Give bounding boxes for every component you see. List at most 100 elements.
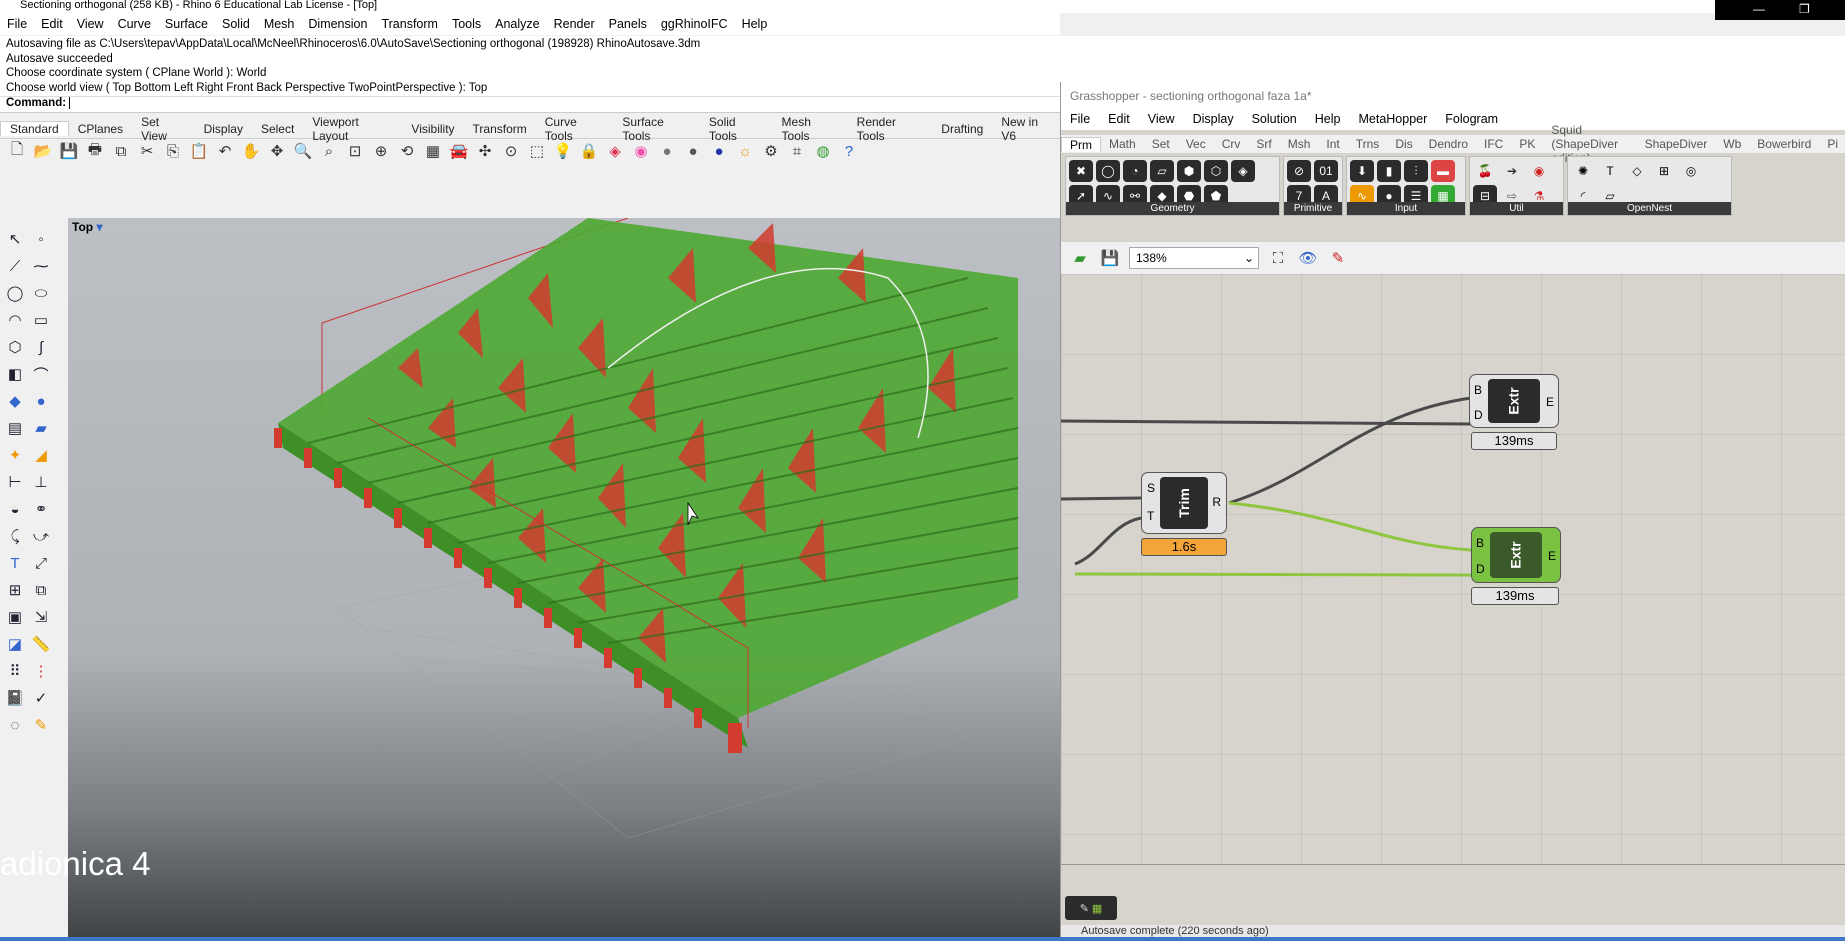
pencil-icon[interactable]: ✎ bbox=[1080, 902, 1089, 915]
cluster-icon[interactable]: ◉ bbox=[1527, 160, 1551, 182]
trim-tool-icon[interactable]: ⤹ bbox=[4, 525, 26, 547]
output-port-e[interactable]: E bbox=[1546, 395, 1554, 409]
input-port-b[interactable]: B bbox=[1474, 383, 1482, 397]
restore-button[interactable]: ❐ bbox=[1799, 2, 1810, 16]
input-port-d[interactable]: D bbox=[1474, 408, 1483, 422]
nest-text-icon[interactable]: T bbox=[1598, 160, 1622, 182]
integer-param-icon[interactable]: 01 bbox=[1314, 160, 1338, 182]
light-bulb-icon[interactable]: ✦ bbox=[4, 444, 26, 466]
tab-viewport-layout[interactable]: Viewport Layout bbox=[303, 115, 402, 143]
zoom-extents-icon[interactable]: ⊡ bbox=[344, 140, 366, 162]
block-icon[interactable]: ▣ bbox=[4, 606, 26, 628]
tab-render-tools[interactable]: Render Tools bbox=[848, 115, 933, 143]
command-line[interactable]: Command: bbox=[0, 96, 1060, 113]
menu-ggrhinoifc[interactable]: ggRhinoIFC bbox=[654, 17, 735, 31]
undo-view-icon[interactable]: ⟲ bbox=[396, 140, 418, 162]
save-definition-icon[interactable]: 💾 bbox=[1099, 247, 1121, 269]
menu-view[interactable]: View bbox=[70, 17, 111, 31]
output-port-e[interactable]: E bbox=[1548, 549, 1556, 563]
grasshopper-canvas[interactable]: Extr B D E 139ms Trim S T R 1.6s Extr B … bbox=[1061, 274, 1845, 864]
brep-icon[interactable]: ⬢ bbox=[1177, 160, 1201, 182]
nest-grid-icon[interactable]: ⊞ bbox=[1652, 160, 1676, 182]
loft-icon[interactable]: ⌒ bbox=[30, 363, 52, 385]
gh-tab-math[interactable]: Math bbox=[1101, 137, 1144, 151]
import-icon[interactable]: ⧉ bbox=[110, 140, 132, 162]
menu-solid[interactable]: Solid bbox=[215, 17, 257, 31]
grid-snap-icon[interactable]: ⌗ bbox=[786, 140, 808, 162]
gh-menu-file[interactable]: File bbox=[1061, 112, 1099, 126]
slider-icon[interactable]: ⫶ bbox=[1404, 160, 1428, 182]
gh-tab-shapediver[interactable]: ShapeDiver bbox=[1637, 137, 1716, 151]
gh-tab-set[interactable]: Set bbox=[1144, 137, 1178, 151]
undo-icon[interactable]: ↶ bbox=[214, 140, 236, 162]
trim-component[interactable]: Trim S T R bbox=[1141, 472, 1227, 534]
cplane-icon[interactable]: ◪ bbox=[4, 633, 26, 655]
ruler-icon[interactable]: 📏 bbox=[30, 633, 52, 655]
sun-icon[interactable]: ☼ bbox=[734, 140, 756, 162]
open-file-icon[interactable]: 📂 bbox=[32, 140, 54, 162]
color-wheel-icon[interactable]: ◉ bbox=[630, 140, 652, 162]
boolean-icon[interactable]: ◒ bbox=[4, 498, 26, 520]
gh-menu-fologram[interactable]: Fologram bbox=[1436, 112, 1507, 126]
point-icon[interactable]: ◦ bbox=[30, 228, 52, 250]
gh-menu-display[interactable]: Display bbox=[1184, 112, 1243, 126]
split-icon[interactable]: ⚭ bbox=[30, 498, 52, 520]
settings-gear-icon[interactable]: ⚙ bbox=[760, 140, 782, 162]
gh-tab-int[interactable]: Int bbox=[1318, 137, 1347, 151]
tab-mesh-tools[interactable]: Mesh Tools bbox=[773, 115, 848, 143]
tab-select[interactable]: Select bbox=[252, 122, 303, 136]
menu-tools[interactable]: Tools bbox=[445, 17, 488, 31]
freeform-curve-icon[interactable]: ∫ bbox=[30, 336, 52, 358]
sketch-pen-icon[interactable]: ✎ bbox=[1327, 247, 1349, 269]
extrude-component-2[interactable]: Extr B D E bbox=[1471, 527, 1561, 583]
gh-tab-prm[interactable]: Prm bbox=[1061, 136, 1101, 152]
panel-icon[interactable]: ▮ bbox=[1377, 160, 1401, 182]
arc-icon[interactable]: ◠ bbox=[4, 309, 26, 331]
tab-drafting[interactable]: Drafting bbox=[932, 122, 992, 136]
top-viewport[interactable]: Top ▾ bbox=[68, 218, 1062, 941]
circle-param-icon[interactable]: ◯ bbox=[1096, 160, 1120, 182]
ellipse-icon[interactable]: ⬭ bbox=[30, 282, 52, 304]
render-icon[interactable]: ◢ bbox=[30, 444, 52, 466]
dimension-icon[interactable]: ⊢ bbox=[4, 471, 26, 493]
menu-mesh[interactable]: Mesh bbox=[257, 17, 302, 31]
gh-tab-srf[interactable]: Srf bbox=[1248, 137, 1279, 151]
save-icon[interactable]: 💾 bbox=[58, 140, 80, 162]
menu-panels[interactable]: Panels bbox=[602, 17, 654, 31]
gh-tab-crv[interactable]: Crv bbox=[1214, 137, 1249, 151]
geometry-icon[interactable]: ✖ bbox=[1069, 160, 1093, 182]
menu-curve[interactable]: Curve bbox=[111, 17, 158, 31]
gh-tab-ifc[interactable]: IFC bbox=[1476, 137, 1511, 151]
sphere-icon[interactable]: ● bbox=[30, 390, 52, 412]
cut-icon[interactable]: ✂ bbox=[136, 140, 158, 162]
scale-icon[interactable]: ⤢ bbox=[30, 552, 52, 574]
boolean-param-icon[interactable]: ⊘ bbox=[1287, 160, 1311, 182]
gh-menu-help[interactable]: Help bbox=[1306, 112, 1350, 126]
surface-param-icon[interactable]: ◈ bbox=[1231, 160, 1255, 182]
tab-cplanes[interactable]: CPlanes bbox=[69, 122, 132, 136]
join-icon[interactable]: ⤻ bbox=[30, 525, 52, 547]
extrude-component-1[interactable]: Extr B D E bbox=[1469, 374, 1559, 428]
copy-icon[interactable]: ⎘ bbox=[162, 140, 184, 162]
rotate-view-icon[interactable]: ✥ bbox=[266, 140, 288, 162]
rectangle-icon[interactable]: ▭ bbox=[30, 309, 52, 331]
analysis-icon[interactable]: ◌ bbox=[4, 714, 26, 736]
layer-icon[interactable]: ◈ bbox=[604, 140, 626, 162]
polygon-icon[interactable]: ⬡ bbox=[4, 336, 26, 358]
input-port-b[interactable]: B bbox=[1476, 536, 1484, 550]
array-grid-icon[interactable]: ⠿ bbox=[4, 660, 26, 682]
gh-tab-wb[interactable]: Wb bbox=[1715, 137, 1749, 151]
array-icon[interactable]: ⊞ bbox=[4, 579, 26, 601]
gh-tab-dis[interactable]: Dis bbox=[1387, 137, 1420, 151]
globe-icon[interactable]: ◍ bbox=[812, 140, 834, 162]
lock-icon[interactable]: 🔒 bbox=[578, 140, 600, 162]
open-definition-icon[interactable]: ▰ bbox=[1069, 247, 1091, 269]
curve-points-icon[interactable]: ⁓ bbox=[30, 255, 52, 277]
tab-curve-tools[interactable]: Curve Tools bbox=[536, 115, 614, 143]
viewport-dropdown-icon[interactable]: ▾ bbox=[96, 220, 102, 234]
mesh-param-icon[interactable]: ⬡ bbox=[1204, 160, 1228, 182]
input-port-t[interactable]: T bbox=[1147, 509, 1154, 523]
menu-surface[interactable]: Surface bbox=[158, 17, 215, 31]
menu-dimension[interactable]: Dimension bbox=[301, 17, 374, 31]
print-icon[interactable]: 🖶 bbox=[84, 140, 106, 162]
